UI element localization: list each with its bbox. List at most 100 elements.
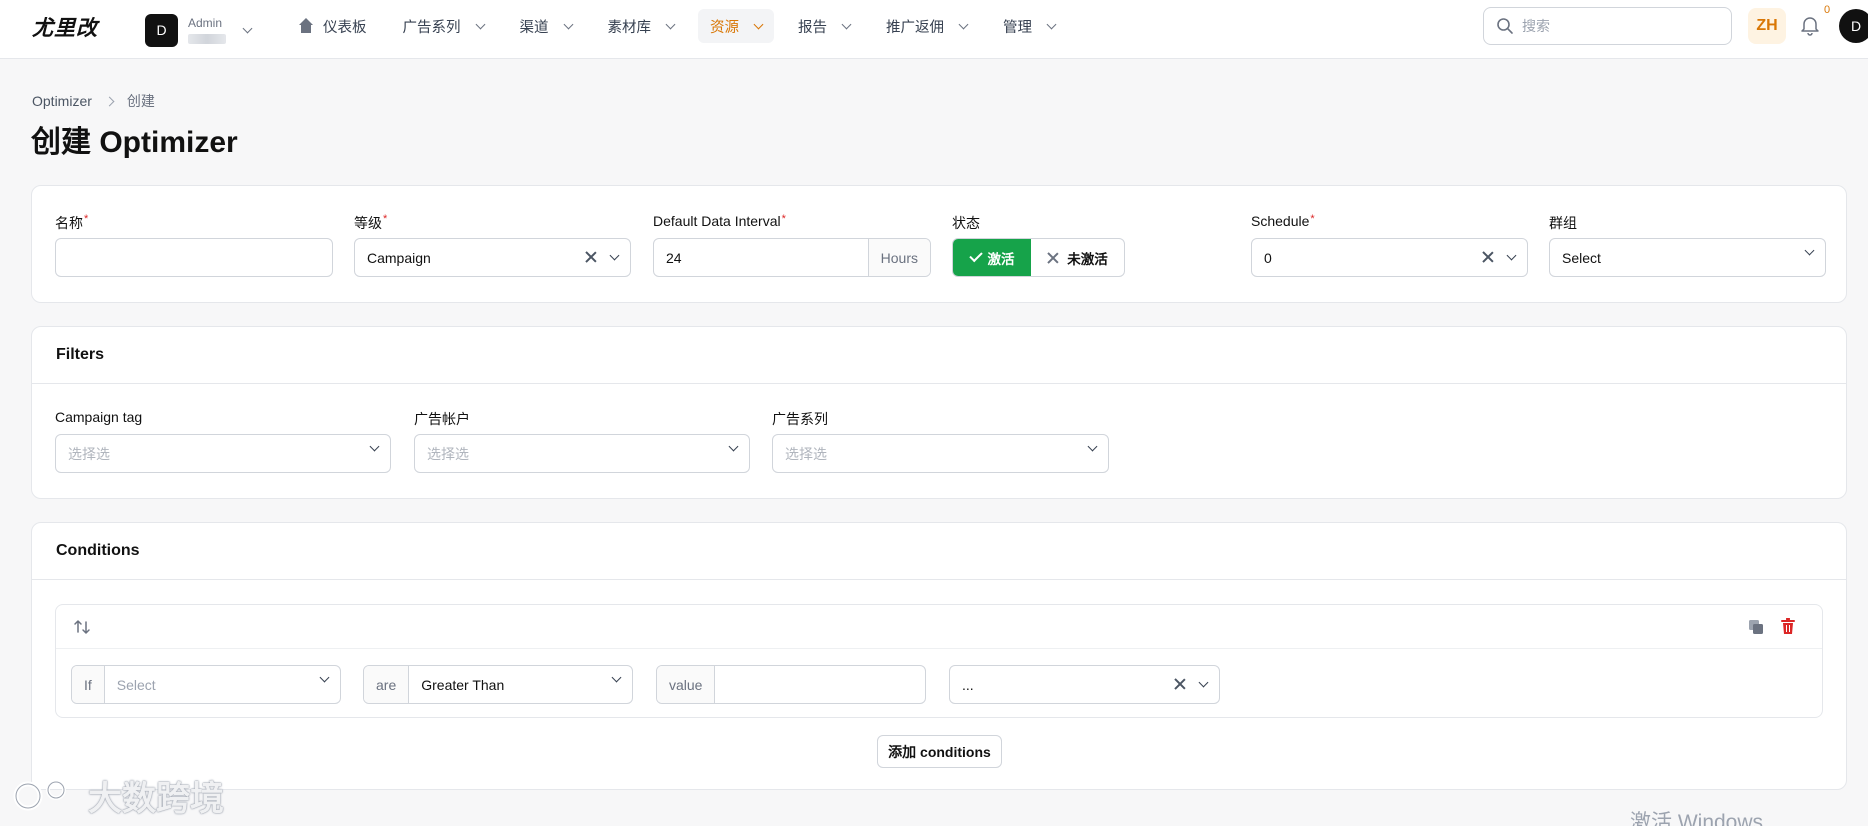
chevron-down-icon	[563, 19, 573, 29]
general-settings-card: 名称 * 等级* Campaign Default Data Interval* …	[31, 185, 1847, 303]
nav-item-label: 广告系列	[402, 19, 461, 36]
campaign-tag-label: Campaign tag	[55, 409, 143, 425]
chevron-right-icon	[104, 96, 115, 106]
condition-extra-select[interactable]: ...	[949, 665, 1220, 704]
language-switch[interactable]: ZH	[1748, 8, 1786, 44]
name-label: 名称	[55, 215, 83, 231]
nav-item-label: 报告	[798, 19, 827, 36]
condition-extra-value: ...	[962, 676, 974, 693]
search-input[interactable]	[1522, 18, 1702, 34]
status-inactive-button[interactable]: 未激活	[1031, 239, 1124, 276]
level-select[interactable]: Campaign	[354, 238, 631, 277]
bell-icon[interactable]	[1799, 14, 1821, 36]
condition-are-label: are	[364, 666, 410, 703]
page-title: 创建 Optimizer	[31, 126, 238, 159]
search-icon	[1497, 18, 1513, 34]
watermark: 大数跨境	[10, 771, 224, 820]
status-inactive-label: 未激活	[1067, 251, 1108, 267]
group-select[interactable]: Select	[1549, 238, 1826, 277]
nav-item-resources[interactable]: 资源	[698, 9, 774, 43]
app-logo[interactable]: 尤里改	[32, 12, 98, 42]
add-conditions-button[interactable]: 添加 conditions	[877, 735, 1002, 768]
clear-icon[interactable]	[1482, 251, 1494, 263]
status-toggle: 激活 未激活	[952, 238, 1125, 277]
chevron-down-icon	[958, 19, 969, 29]
schedule-value: 0	[1264, 249, 1272, 266]
tenant-avatar: D	[145, 13, 178, 47]
campaign-field: 广告系列 选择选	[772, 409, 1109, 473]
schedule-field: Schedule* 0	[1251, 213, 1528, 277]
condition-metric-select[interactable]: Select	[105, 666, 340, 703]
chevron-down-icon	[475, 19, 485, 29]
chevron-down-icon	[369, 441, 380, 452]
interval-field: Default Data Interval* 24 Hours	[653, 213, 931, 277]
required-mark: *	[383, 213, 388, 225]
interval-label: Default Data Interval	[653, 213, 781, 229]
condition-value-group: value	[656, 665, 926, 704]
schedule-select[interactable]: 0	[1251, 238, 1528, 277]
group-placeholder: Select	[1562, 249, 1601, 266]
interval-unit: Hours	[867, 239, 930, 276]
nav-item-campaigns[interactable]: 广告系列	[391, 9, 496, 43]
chevron-down-icon	[1804, 245, 1815, 256]
condition-value-label: value	[657, 666, 716, 703]
status-active-button[interactable]: 激活	[953, 239, 1031, 276]
condition-operator-group: are Greater Than	[363, 665, 633, 704]
campaign-placeholder: 选择选	[785, 445, 827, 462]
required-mark: *	[781, 213, 786, 225]
watermark-logo-icon	[13, 779, 66, 810]
nav-item-label: 推广返佣	[886, 19, 944, 36]
level-field: 等级* Campaign	[354, 213, 631, 277]
nav-item-affiliate[interactable]: 推广返佣	[874, 9, 979, 43]
nav-item-label: 仪表板	[323, 19, 367, 36]
nav-item-channels[interactable]: 渠道	[508, 9, 584, 43]
tenant-switcher[interactable]: D Admin	[145, 8, 260, 52]
nav-item-label: 素材库	[607, 19, 652, 36]
nav-item-label: 渠道	[519, 19, 549, 36]
chevron-down-icon	[665, 19, 676, 29]
swap-vertical-icon[interactable]	[72, 617, 92, 637]
required-mark: *	[1310, 213, 1315, 225]
chevron-down-icon	[242, 23, 253, 33]
breadcrumb-root[interactable]: Optimizer	[32, 93, 92, 109]
watermark-text: 大数跨境	[88, 780, 224, 818]
copy-icon[interactable]	[1746, 617, 1766, 637]
campaign-tag-field: Campaign tag 选择选	[55, 409, 391, 473]
chevron-down-icon	[1198, 677, 1209, 687]
nav-item-admin[interactable]: 管理	[991, 9, 1067, 43]
breadcrumb: Optimizer 创建	[32, 91, 155, 111]
trash-icon[interactable]	[1778, 616, 1798, 636]
chevron-down-icon	[753, 19, 764, 29]
condition-value-input[interactable]	[715, 666, 925, 703]
user-avatar[interactable]: D	[1839, 9, 1868, 43]
nav-item-assets[interactable]: 素材库	[596, 9, 687, 43]
condition-group-toolbar	[56, 605, 1822, 649]
name-input[interactable]	[55, 238, 333, 277]
campaign-tag-select[interactable]: 选择选	[55, 434, 391, 473]
ad-account-placeholder: 选择选	[427, 445, 469, 462]
chevron-down-icon	[1087, 441, 1098, 452]
filters-title: Filters	[32, 327, 1846, 384]
interval-input[interactable]: 24	[654, 239, 868, 276]
condition-group: If Select are Greater Than value ...	[55, 604, 1823, 718]
interval-input-group: 24 Hours	[653, 238, 931, 277]
condition-metric-group: If Select	[71, 665, 341, 704]
tenant-meta: Admin	[188, 16, 226, 44]
global-search[interactable]	[1483, 7, 1732, 45]
nav-item-dashboard[interactable]: 仪表板	[285, 9, 379, 43]
clear-icon[interactable]	[1174, 678, 1186, 690]
campaign-label: 广告系列	[772, 411, 828, 427]
nav-item-label: 资源	[710, 19, 739, 36]
clear-icon[interactable]	[585, 251, 597, 263]
condition-operator-select[interactable]: Greater Than	[409, 666, 632, 703]
group-label: 群组	[1549, 215, 1577, 231]
ad-account-select[interactable]: 选择选	[414, 434, 750, 473]
breadcrumb-current: 创建	[126, 93, 155, 109]
condition-if-label: If	[72, 666, 105, 703]
conditions-card: Conditions If Select are Greater Than va…	[31, 522, 1847, 790]
campaign-select[interactable]: 选择选	[772, 434, 1109, 473]
nav-item-reports[interactable]: 报告	[786, 9, 862, 43]
chevron-down-icon	[1046, 19, 1057, 29]
status-active-label: 激活	[987, 251, 1015, 267]
schedule-label: Schedule	[1251, 213, 1310, 229]
